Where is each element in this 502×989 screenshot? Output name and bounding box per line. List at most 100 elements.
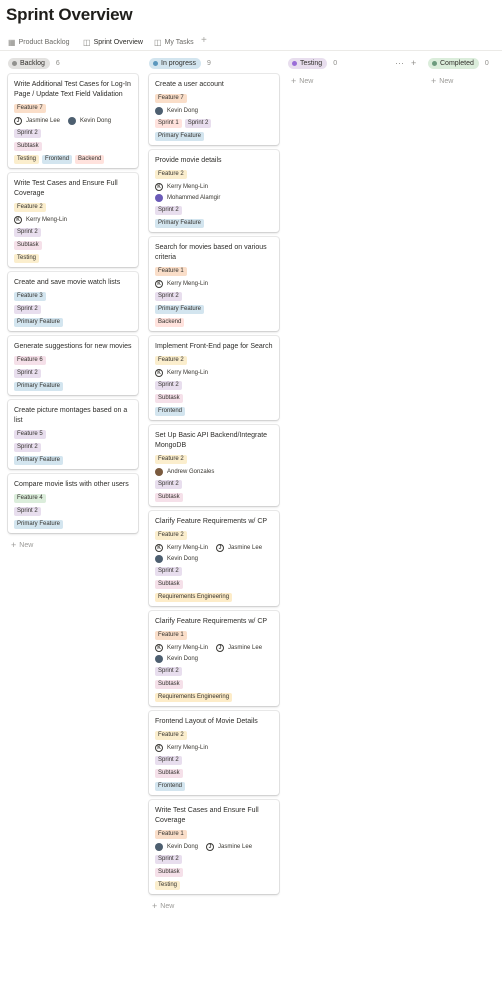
avatar — [155, 555, 163, 563]
page-title: Sprint Overview — [6, 5, 133, 24]
avatar: K — [155, 183, 163, 191]
new-card-button[interactable]: + New — [291, 76, 313, 86]
tag-row: Primary Feature — [155, 132, 273, 141]
sprint-tags: Sprint 2 — [155, 381, 273, 390]
avatar: K — [155, 644, 163, 652]
tab-sprint-overview[interactable]: ◫ Sprint Overview — [83, 34, 143, 51]
task-card[interactable]: Provide movie details Feature 2 K Kerry Men… — [149, 150, 279, 232]
assignee: Kevin Dong — [155, 107, 198, 115]
new-card-button[interactable]: + New — [152, 901, 174, 911]
task-card[interactable]: Write Test Cases and Ensure Full Coverag… — [149, 800, 279, 894]
feature-tag: Feature 2 — [155, 170, 187, 179]
card-title: Implement Front-End page for Search — [155, 343, 273, 350]
sprint-tags: Sprint 2 — [14, 507, 132, 516]
assignee: Kevin Dong — [68, 117, 111, 125]
tag-row: Testing Frontend Backend — [14, 155, 132, 164]
avatar: K — [155, 744, 163, 752]
column-header-backlog[interactable]: Backlog 6 — [8, 57, 60, 69]
tag-row: Primary Feature — [14, 318, 132, 327]
assignee-name: Jasmine Lee — [228, 645, 263, 651]
card-title: Write Additional Test Cases for Log-In P… — [14, 81, 131, 98]
assignee-name: Kerry Meng-Lin — [167, 745, 209, 751]
sprint-tags: Sprint 1 Sprint 2 — [155, 119, 273, 128]
avatar — [68, 117, 77, 125]
tag-row: Primary Feature — [14, 382, 132, 391]
assignee: K Kerry Meng-Lin — [155, 544, 208, 552]
assignee-name: Kerry Meng-Lin — [167, 545, 209, 551]
task-card[interactable]: Create picture montages based on a list F… — [8, 400, 138, 469]
assignee-name: Kerry Meng-Lin — [26, 217, 68, 223]
label-tag: Primary Feature — [155, 132, 205, 141]
task-card[interactable]: Write Additional Test Cases for Log-In P… — [8, 74, 138, 168]
tab-label: My Tasks — [164, 38, 194, 46]
tag-row: Subtask — [155, 680, 273, 689]
tag-row: Primary Feature — [155, 305, 273, 314]
avatar — [155, 194, 163, 202]
more-options-icon[interactable]: ··· — [395, 58, 404, 68]
card-title: Write Test Cases and Ensure Full Coverag… — [14, 180, 118, 197]
card-title: Provide movie details — [155, 157, 222, 164]
column-count: 0 — [484, 59, 489, 67]
assignee-name: Kevin Dong — [167, 844, 199, 850]
tag-row: Subtask — [155, 394, 273, 403]
add-card-icon[interactable]: + — [411, 58, 416, 68]
column-header-completed[interactable]: Completed 0 — [428, 57, 489, 69]
task-card[interactable]: Clarify Feature Requirements w/ CP Featur… — [149, 611, 279, 706]
task-card[interactable]: Create a user account Feature 7 Kevin Dong… — [149, 74, 279, 145]
card-title: Create and save movie watch lists — [14, 279, 121, 286]
task-card[interactable]: Generate suggestions for new movies Featu… — [8, 336, 138, 395]
label-tag: Frontend — [155, 782, 186, 791]
sprint-tag: Sprint 2 — [155, 667, 182, 676]
new-card-button[interactable]: + New — [431, 76, 453, 86]
sprint-tag: Sprint 2 — [155, 292, 182, 301]
task-card[interactable]: Frontend Layout of Movie Details Feature … — [149, 711, 279, 795]
task-card[interactable]: Write Test Cases and Ensure Full Coverag… — [8, 173, 138, 267]
status-dot — [292, 60, 297, 66]
assignee: K Kerry Meng-Lin — [14, 216, 67, 224]
assignees: K Kerry Meng-Lin — [14, 216, 132, 224]
assignee-name: Mohammed Alamgir — [167, 195, 221, 201]
new-card-button[interactable]: + New — [11, 540, 33, 550]
label-tag: Primary Feature — [14, 382, 64, 391]
tab-product-backlog[interactable]: ▦ Product Backlog — [8, 34, 70, 50]
assignee: Kevin Dong — [155, 843, 198, 851]
new-label: New — [439, 77, 454, 85]
label-tag: Subtask — [155, 580, 183, 589]
assignees: Andrew Gonzales — [155, 468, 273, 476]
task-card[interactable]: Implement Front-End page for Search Featu… — [149, 336, 279, 420]
task-card[interactable]: Search for movies based on various crite… — [149, 237, 279, 331]
card-title: Compare movie lists with other users — [14, 481, 129, 488]
column-name: Completed — [440, 59, 474, 67]
label-tag: Primary Feature — [14, 318, 64, 327]
assignees: J Jasmine Lee Kevin Dong — [14, 117, 132, 125]
task-card[interactable]: Set Up Basic API Backend/Integrate Mongo… — [149, 425, 279, 506]
status-dot — [12, 60, 17, 66]
task-card[interactable]: Clarify Feature Requirements w/ CP Featur… — [149, 511, 279, 606]
label-tag: Requirements Engineering — [155, 593, 233, 602]
tag-row: Subtask — [155, 493, 273, 502]
tab-my-tasks[interactable]: ◫ My Tasks — [154, 34, 194, 50]
avatar: J — [216, 544, 225, 552]
feature-tag: Feature 6 — [14, 356, 46, 365]
task-card[interactable]: Compare movie lists with other users Feat… — [8, 474, 138, 533]
feature-tag: Feature 1 — [155, 631, 187, 640]
assignees: K Kerry Meng-Lin — [155, 369, 273, 377]
assignee-name: Andrew Gonzales — [167, 469, 215, 475]
assignee-name: Kerry Meng-Lin — [167, 184, 209, 190]
column-header-testing[interactable]: Testing 0 — [288, 57, 337, 69]
tag-row: Subtask — [14, 142, 132, 151]
avatar: K — [14, 216, 22, 224]
card-title: Frontend Layout of Movie Details — [155, 718, 258, 725]
column-name: In progress — [161, 59, 197, 67]
tag-row: Frontend — [155, 407, 273, 416]
tag-row: Primary Feature — [14, 456, 132, 465]
feature-tag: Feature 2 — [155, 455, 187, 464]
label-tag: Backend — [155, 318, 185, 327]
task-card[interactable]: Create and save movie watch lists Feature… — [8, 272, 138, 331]
add-view-button[interactable]: + — [201, 34, 207, 48]
column-header-in-progress[interactable]: In progress 9 — [149, 57, 211, 69]
feature-tag: Feature 1 — [155, 830, 187, 839]
sprint-tag: Sprint 2 — [155, 381, 182, 390]
sprint-tags: Sprint 2 — [155, 206, 273, 215]
avatar: K — [155, 369, 163, 377]
